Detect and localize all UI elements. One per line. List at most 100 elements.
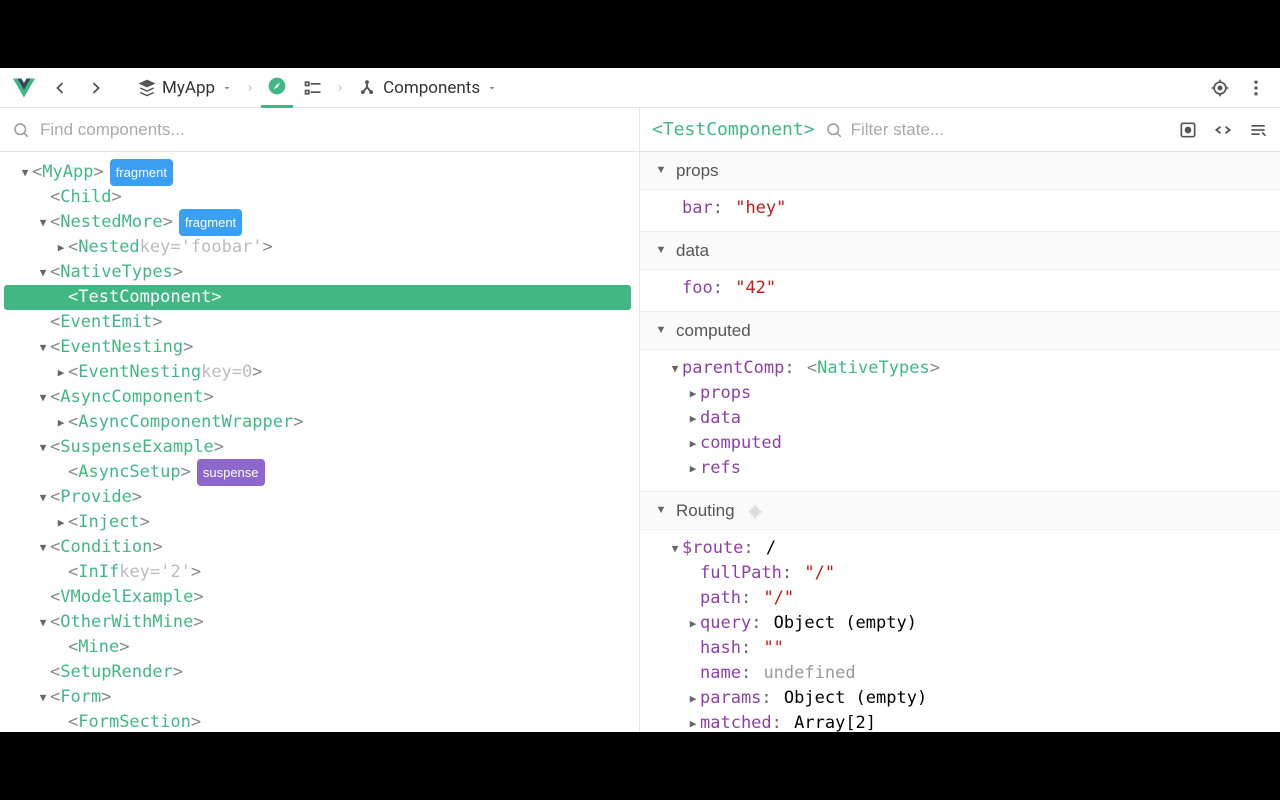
state-section-routing[interactable]: ▼ Routing (640, 491, 1280, 530)
expand-arrow[interactable]: ▼ (18, 160, 32, 185)
app-name: MyApp (162, 78, 215, 98)
state-row-hash[interactable]: hash: "" (654, 636, 1266, 661)
state-row-query[interactable]: ▶query: Object (empty) (654, 611, 1266, 636)
breadcrumb-separator (245, 81, 255, 95)
tree-node-testcomponent[interactable]: <TestComponent> (4, 285, 631, 310)
state-row-computed[interactable]: ▶computed (654, 431, 1266, 456)
state-row-path[interactable]: path: "/" (654, 586, 1266, 611)
state-pane: <TestComponent> (640, 108, 1280, 732)
tree-node-eventnesting[interactable]: ▶<EventNesting key=0> (4, 360, 631, 385)
state-key: name (700, 661, 741, 686)
state-value: <NativeTypes> (807, 356, 940, 381)
expand-arrow[interactable]: ▼ (36, 210, 50, 235)
expand-arrow[interactable]: ▶ (686, 711, 700, 732)
tree-node-formsection[interactable]: <FormSection> (4, 710, 631, 732)
tree-node-eventemit[interactable]: <EventEmit> (4, 310, 631, 335)
tree-node-asynccomponent[interactable]: ▼<AsyncComponent> (4, 385, 631, 410)
search-icon (825, 121, 843, 139)
timeline-tab[interactable] (297, 72, 329, 104)
expand-arrow[interactable]: ▼ (36, 610, 50, 635)
section-arrow[interactable]: ▼ (654, 238, 668, 263)
state-row-data[interactable]: ▶data (654, 406, 1266, 431)
expand-arrow[interactable]: ▼ (36, 260, 50, 285)
inspector-tab-compass[interactable] (261, 68, 293, 108)
expand-arrow[interactable]: ▼ (668, 356, 682, 381)
state-row-fullPath[interactable]: fullPath: "/" (654, 561, 1266, 586)
state-row-parentComp[interactable]: ▼parentComp: <NativeTypes> (654, 356, 1266, 381)
tree-node-setuprender[interactable]: <SetupRender> (4, 660, 631, 685)
expand-arrow[interactable]: ▶ (54, 235, 68, 260)
expand-arrow[interactable]: ▶ (686, 406, 700, 431)
expand-arrow[interactable]: ▶ (686, 381, 700, 406)
tree-node-inject[interactable]: ▶<Inject> (4, 510, 631, 535)
expand-arrow[interactable]: ▼ (36, 685, 50, 710)
state-key: props (700, 381, 751, 406)
tree-node-myapp[interactable]: ▼<MyApp>fragment (4, 160, 631, 185)
expand-arrow[interactable]: ▶ (686, 611, 700, 636)
state-section-props[interactable]: ▼props (640, 152, 1280, 190)
tree-node-nativetypes[interactable]: ▼<NativeTypes> (4, 260, 631, 285)
render-code-icon[interactable] (1212, 120, 1234, 140)
expand-arrow[interactable]: ▶ (686, 686, 700, 711)
app-selector[interactable]: MyApp (132, 74, 239, 102)
tree-node-form[interactable]: ▼<Form> (4, 685, 631, 710)
tree-node-inif[interactable]: <InIf key='2'> (4, 560, 631, 585)
state-value: / (766, 536, 776, 561)
section-arrow[interactable]: ▼ (654, 498, 668, 523)
expand-arrow[interactable]: ▼ (36, 485, 50, 510)
state-row-bar[interactable]: bar: "hey" (654, 196, 1266, 221)
tree-node-vmodelexample[interactable]: <VModelExample> (4, 585, 631, 610)
expand-arrow[interactable]: ▼ (36, 435, 50, 460)
state-header-row: <TestComponent> (640, 108, 1280, 152)
badge-fragment: fragment (179, 209, 242, 236)
section-arrow[interactable]: ▼ (654, 158, 668, 183)
tree-node-asyncsetup[interactable]: <AsyncSetup>suspense (4, 460, 631, 485)
expand-arrow[interactable]: ▶ (686, 431, 700, 456)
tree-node-condition[interactable]: ▼<Condition> (4, 535, 631, 560)
scroll-to-component-icon[interactable] (1178, 120, 1198, 140)
state-key: computed (700, 431, 782, 456)
state-row-name[interactable]: name: undefined (654, 661, 1266, 686)
state-row-$route[interactable]: ▼$route: / (654, 536, 1266, 561)
main-toolbar: MyApp Components (0, 68, 1280, 108)
state-filter-input[interactable] (851, 120, 1168, 140)
tree-node-suspenseexample[interactable]: ▼<SuspenseExample> (4, 435, 631, 460)
tree-node-child[interactable]: <Child> (4, 185, 631, 210)
back-button[interactable] (44, 72, 76, 104)
devtools-app: MyApp Components (0, 68, 1280, 732)
state-row-foo[interactable]: foo: "42" (654, 276, 1266, 301)
section-title: Routing (676, 498, 735, 523)
tree-node-nestedmore[interactable]: ▼<NestedMore>fragment (4, 210, 631, 235)
expand-arrow[interactable]: ▼ (668, 536, 682, 561)
target-icon[interactable] (1204, 72, 1236, 104)
tree-node-eventnesting[interactable]: ▼<EventNesting> (4, 335, 631, 360)
state-value: Array[2] (794, 711, 876, 732)
expand-arrow[interactable]: ▼ (36, 535, 50, 560)
inspector-selector[interactable]: Components (351, 74, 504, 102)
expand-arrow[interactable]: ▶ (54, 360, 68, 385)
expand-arrow[interactable]: ▶ (686, 456, 700, 481)
component-search-input[interactable] (40, 120, 627, 140)
state-inspector[interactable]: ▼propsbar: "hey"▼datafoo: "42"▼computed▼… (640, 152, 1280, 732)
component-tree[interactable]: ▼<MyApp>fragment<Child>▼<NestedMore>frag… (0, 152, 639, 732)
forward-button[interactable] (80, 72, 112, 104)
expand-arrow[interactable]: ▼ (36, 335, 50, 360)
section-arrow[interactable]: ▼ (654, 318, 668, 343)
tree-node-otherwithmine[interactable]: ▼<OtherWithMine> (4, 610, 631, 635)
state-value: "/" (763, 586, 794, 611)
more-menu[interactable] (1240, 72, 1272, 104)
state-row-params[interactable]: ▶params: Object (empty) (654, 686, 1266, 711)
tree-node-provide[interactable]: ▼<Provide> (4, 485, 631, 510)
tree-node-nested[interactable]: ▶<Nested key='foobar'> (4, 235, 631, 260)
state-row-refs[interactable]: ▶refs (654, 456, 1266, 481)
expand-arrow[interactable]: ▼ (36, 385, 50, 410)
state-section-computed[interactable]: ▼computed (640, 311, 1280, 350)
expand-arrow[interactable]: ▶ (54, 510, 68, 535)
state-row-props[interactable]: ▶props (654, 381, 1266, 406)
tree-node-mine[interactable]: <Mine> (4, 635, 631, 660)
state-row-matched[interactable]: ▶matched: Array[2] (654, 711, 1266, 732)
inspect-dom-icon[interactable] (1248, 120, 1268, 140)
state-section-data[interactable]: ▼data (640, 231, 1280, 270)
tree-node-asynccomponentwrapper[interactable]: ▶<AsyncComponentWrapper> (4, 410, 631, 435)
expand-arrow[interactable]: ▶ (54, 410, 68, 435)
